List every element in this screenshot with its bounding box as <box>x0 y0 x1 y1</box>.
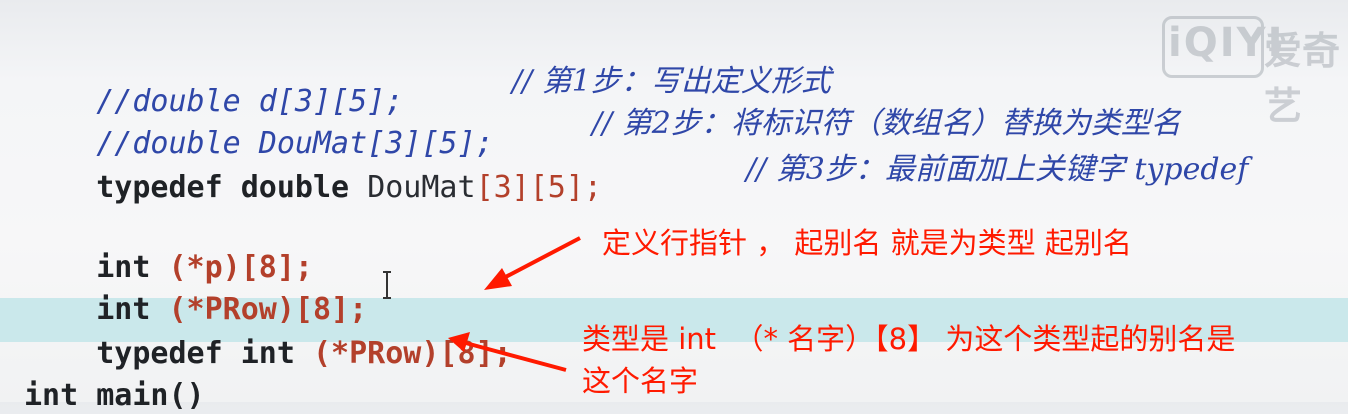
arrow-bottom-icon <box>448 332 567 372</box>
annotation-arrows <box>448 236 581 372</box>
arrow-top-icon <box>484 236 581 290</box>
